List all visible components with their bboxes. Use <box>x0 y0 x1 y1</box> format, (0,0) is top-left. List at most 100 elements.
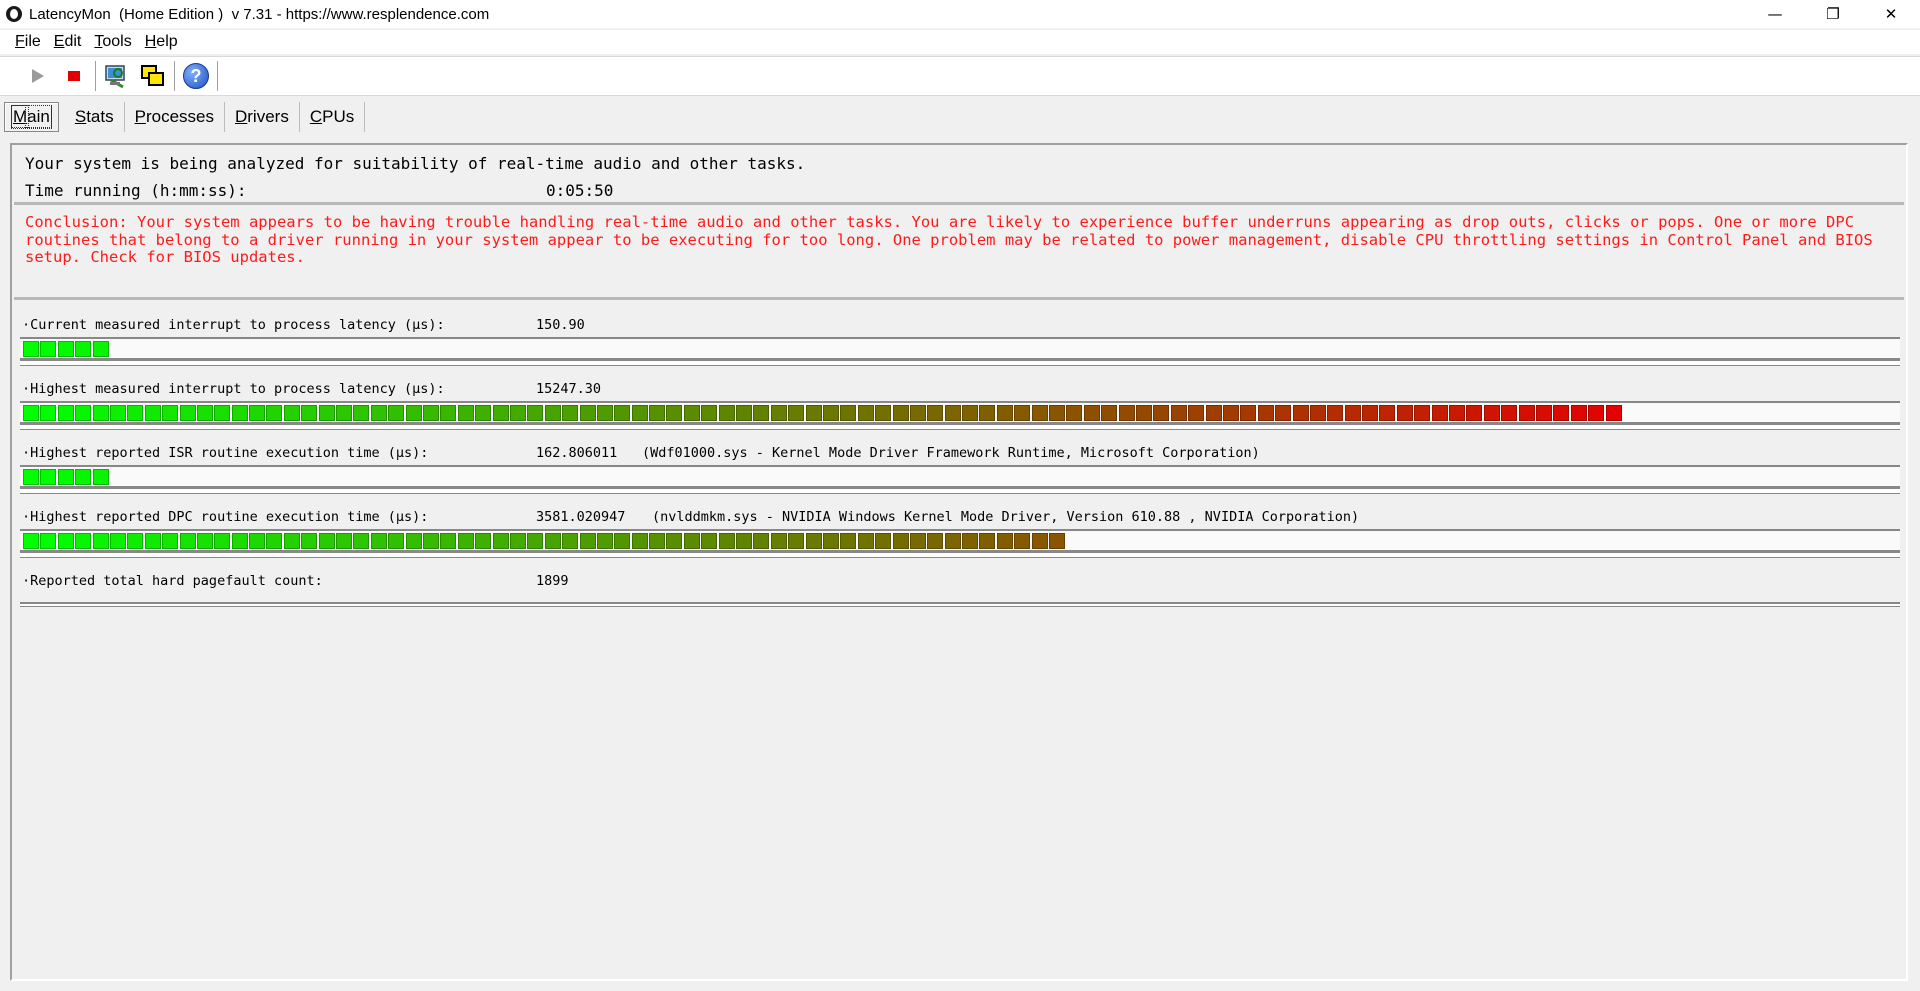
bar-segment <box>892 533 909 549</box>
bar-segment <box>1483 405 1500 421</box>
bar-segment <box>109 405 126 421</box>
bar-segment <box>1309 405 1326 421</box>
bar-segment <box>75 341 92 357</box>
main-panel: Your system is being analyzed for suitab… <box>10 143 1908 981</box>
metric-pagefault-value: 1899 <box>536 573 569 589</box>
bar-segment <box>944 405 961 421</box>
bar-segment <box>718 533 735 549</box>
menu-help[interactable]: Help <box>138 33 184 51</box>
bar-segment <box>979 533 996 549</box>
bar-segment <box>162 405 179 421</box>
bar-segment <box>1588 405 1605 421</box>
bar-segment <box>179 533 196 549</box>
bar-segment <box>631 405 648 421</box>
stop-button[interactable] <box>56 59 92 93</box>
bar-segment <box>857 405 874 421</box>
bar-segment <box>701 533 718 549</box>
title-bar: LatencyMon (Home Edition ) v 7.31 - http… <box>0 0 1920 28</box>
bar-segment <box>266 405 283 421</box>
bar-segment <box>23 469 39 485</box>
bar-segment <box>214 533 231 549</box>
bar-segment <box>405 533 422 549</box>
bar-segment <box>75 533 92 549</box>
bar-segment <box>1431 405 1448 421</box>
monitor-icon <box>105 65 125 89</box>
minimize-button[interactable]: — <box>1746 0 1804 28</box>
metric-current-latency-label: ·Current measured interrupt to process l… <box>22 317 445 333</box>
bar-segment <box>162 533 179 549</box>
bar-segment <box>336 533 353 549</box>
help-icon: ? <box>183 63 209 89</box>
bar-segment <box>388 405 405 421</box>
bar-segment <box>144 405 161 421</box>
bar-segment <box>301 405 318 421</box>
bar-segment <box>1066 405 1083 421</box>
bar-segment <box>23 533 39 549</box>
bar-segment <box>614 533 631 549</box>
menu-edit[interactable]: Edit <box>47 33 88 51</box>
bar-segment <box>92 469 109 485</box>
bar-segment <box>57 405 74 421</box>
bar-segment <box>57 469 74 485</box>
metric-pagefault-label: ·Reported total hard pagefault count: <box>22 573 323 589</box>
bar-segment <box>770 533 787 549</box>
windows-icon <box>141 65 164 86</box>
bar-fill <box>23 341 110 357</box>
metric-dpc-driver: (nvlddmkm.sys - NVIDIA Windows Kernel Mo… <box>652 509 1360 525</box>
tab-processes[interactable]: Processes <box>125 102 225 132</box>
bar-segment <box>770 405 787 421</box>
menu-tools[interactable]: Tools <box>87 33 137 51</box>
app-icon <box>6 6 22 22</box>
bar-segment <box>249 405 266 421</box>
help-button[interactable]: ? <box>178 59 214 93</box>
bar-segment <box>736 533 753 549</box>
menu-file[interactable]: File <box>8 33 47 51</box>
bar-segment <box>1014 533 1031 549</box>
bar-segment <box>736 405 753 421</box>
bar-segment <box>1031 405 1048 421</box>
metric-isr-driver: (Wdf01000.sys - Kernel Mode Driver Frame… <box>642 445 1260 461</box>
bar-segment <box>509 533 526 549</box>
bar-segment <box>996 533 1013 549</box>
bar-segment <box>353 533 370 549</box>
metric-highest-latency-label: ·Highest measured interrupt to process l… <box>22 381 445 397</box>
bar-segment <box>318 405 335 421</box>
metric-isr-value: 162.806011 <box>536 445 618 461</box>
toolbar-separator <box>174 61 175 91</box>
monitor-button[interactable] <box>99 59 135 93</box>
bar-segment <box>1396 405 1413 421</box>
tab-stats[interactable]: Stats <box>65 102 125 132</box>
bar-segment <box>596 533 613 549</box>
bar-segment <box>1553 405 1570 421</box>
bar-segment <box>927 405 944 421</box>
close-button[interactable]: ✕ <box>1862 0 1920 28</box>
bar-segment <box>1501 405 1518 421</box>
bar-segment <box>1275 405 1292 421</box>
tab-drivers[interactable]: Drivers <box>225 102 300 132</box>
restore-button[interactable]: ❐ <box>1804 0 1862 28</box>
start-button[interactable] <box>20 59 56 93</box>
bar-segment <box>666 405 683 421</box>
status-text: Your system is being analyzed for suitab… <box>25 154 806 173</box>
bar-segment <box>596 405 613 421</box>
windows-button[interactable] <box>135 59 171 93</box>
bar-segment <box>718 405 735 421</box>
bar-segment <box>440 533 457 549</box>
bar-segment <box>196 405 213 421</box>
tab-cpus[interactable]: C PUs <box>300 102 366 132</box>
play-icon <box>32 69 44 83</box>
bar-segment <box>822 405 839 421</box>
bar-segment <box>23 341 39 357</box>
bar-segment <box>318 533 335 549</box>
bar-segment <box>214 405 231 421</box>
bar-segment <box>840 533 857 549</box>
bar-segment <box>753 405 770 421</box>
latency-bar <box>20 529 1900 558</box>
tab-main[interactable]: Main <box>4 102 59 132</box>
bar-segment <box>231 533 248 549</box>
bar-fill <box>23 405 1623 421</box>
bar-segment <box>75 469 92 485</box>
bar-segment <box>1031 533 1048 549</box>
bar-segment <box>805 405 822 421</box>
bar-segment <box>979 405 996 421</box>
